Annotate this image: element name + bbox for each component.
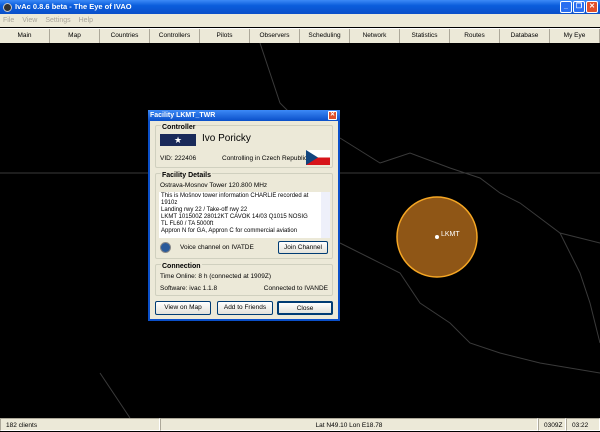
menu-view[interactable]: View [22, 14, 37, 27]
cursor-position: Lat N49.10 Lon E18.78 [160, 418, 538, 431]
view-on-map-button[interactable]: View on Map [155, 301, 211, 315]
station-label: LKMT [441, 231, 460, 238]
minimize-button[interactable]: _ [560, 1, 572, 13]
server: Connected to IVANDE [263, 285, 328, 292]
client-count: 182 clients [0, 418, 160, 431]
atis-line: Appron N for GA, Appron C for commercial… [161, 228, 298, 234]
vid: VID: 222406 [160, 155, 197, 162]
facility-group: Facility Details Ostrava-Mosnov Tower 12… [155, 172, 333, 259]
dialog-close-icon[interactable]: ✕ [328, 111, 337, 120]
controlling-country: Controlling in Czech Republic [222, 155, 308, 162]
tab-controllers[interactable]: Controllers [150, 29, 200, 43]
tab-network[interactable]: Network [350, 29, 400, 43]
atis-line: TL FL60 / TA 5000ft [161, 221, 214, 227]
atis-text[interactable]: This is Mošnov tower information CHARLIE… [159, 192, 330, 238]
controller-heading: Controller [161, 124, 197, 131]
rank-star-icon: ★ [160, 134, 196, 146]
dialog-title: Facility LKMT_TWR [150, 112, 216, 119]
controller-group: Controller ★ Ivo Poricky VID: 222406 Con… [155, 124, 333, 168]
atis-line: Landing rwy 22 / Take-off rwy 22 [161, 207, 248, 213]
voice-icon [160, 242, 171, 253]
dialog-close-button[interactable]: Close [277, 301, 333, 315]
close-button[interactable]: ✕ [586, 1, 598, 13]
window-title: IvAc 0.8.6 beta - The Eye of IVAO [15, 2, 132, 11]
menu-help[interactable]: Help [79, 14, 93, 27]
local-time: 03:22 [566, 418, 600, 431]
tab-routes[interactable]: Routes [450, 29, 500, 43]
tab-statistics[interactable]: Statistics [400, 29, 450, 43]
atis-line: This is Mošnov tower information CHARLIE… [161, 193, 309, 206]
time-online: Time Online: 8 h (connected at 1909Z) [160, 273, 272, 280]
airport-dot[interactable] [435, 235, 439, 239]
add-to-friends-button[interactable]: Add to Friends [217, 301, 273, 315]
facility-name: Ostrava-Mosnov Tower 120.800 MHz [160, 182, 268, 189]
connection-group: Connection Time Online: 8 h (connected a… [155, 263, 333, 296]
menu-settings[interactable]: Settings [45, 14, 70, 27]
maximize-button[interactable]: ❐ [573, 1, 585, 13]
connection-heading: Connection [161, 263, 202, 270]
app-icon [3, 3, 12, 12]
czech-flag-icon [306, 150, 330, 165]
tab-database[interactable]: Database [500, 29, 550, 43]
atis-line: LKMT 101500Z 28012KT CAVOK 14/03 Q1015 N… [161, 214, 308, 220]
tab-main[interactable]: Main [0, 29, 50, 43]
tab-pilots[interactable]: Pilots [200, 29, 250, 43]
tab-countries[interactable]: Countries [100, 29, 150, 43]
facility-dialog: Facility LKMT_TWR ✕ Controller ★ Ivo Por… [148, 110, 340, 321]
software: Software: ivac 1.1.8 [160, 285, 218, 292]
tab-scheduling[interactable]: Scheduling [300, 29, 350, 43]
tab-bar: Main Map Countries Controllers Pilots Ob… [0, 28, 600, 43]
tab-observers[interactable]: Observers [250, 29, 300, 43]
voice-channel: Voice channel on IVATDE [180, 244, 254, 251]
tab-my-eye[interactable]: My Eye [550, 29, 600, 43]
menu-bar: File View Settings Help [0, 14, 600, 27]
status-bar: 182 clients Lat N49.10 Lon E18.78 0309Z … [0, 418, 600, 431]
join-channel-button[interactable]: Join Channel [278, 241, 328, 254]
facility-heading: Facility Details [161, 172, 213, 179]
menu-file[interactable]: File [3, 14, 14, 27]
dialog-title-bar: Facility LKMT_TWR ✕ [148, 110, 340, 121]
atis-scrollbar[interactable] [321, 192, 330, 238]
utc-time: 0309Z [538, 418, 566, 431]
title-bar: IvAc 0.8.6 beta - The Eye of IVAO _ ❐ ✕ [0, 0, 600, 14]
controller-name: Ivo Poricky [202, 133, 251, 144]
tab-map[interactable]: Map [50, 29, 100, 43]
